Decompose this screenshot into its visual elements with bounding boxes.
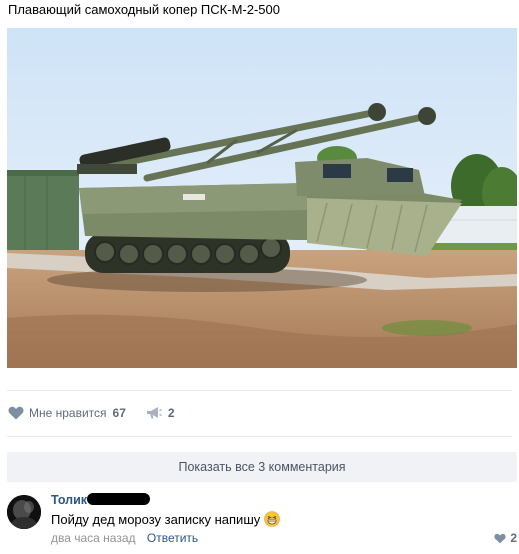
redaction-mark (87, 493, 150, 505)
post-actions: Мне нравится 67 2 (8, 403, 175, 423)
share-button[interactable]: 2 (146, 406, 175, 420)
megaphone-icon (146, 407, 162, 419)
like-button[interactable]: Мне нравится 67 (8, 406, 126, 420)
comment-like-count: 2 (510, 531, 517, 545)
divider (7, 436, 512, 437)
post-photo[interactable] (7, 28, 517, 368)
reply-link[interactable]: Ответить (147, 531, 198, 545)
comment-like-button[interactable]: 2 (494, 531, 517, 545)
post-title: Плавающий самоходный копер ПСК-М-2-500 (8, 2, 280, 17)
divider (7, 390, 512, 391)
comment-time[interactable]: два часа назад (51, 531, 136, 545)
comment-author[interactable]: Толик (51, 493, 87, 507)
avatar-image (7, 495, 41, 529)
comment-text-row: Пойду дед морозу записку напишу (51, 511, 281, 527)
comment-text: Пойду дед морозу записку напишу (51, 511, 261, 527)
show-all-comments-button[interactable]: Показать все 3 комментария (7, 452, 517, 482)
avatar[interactable] (7, 495, 41, 529)
heart-icon (494, 533, 506, 543)
share-count: 2 (167, 406, 175, 420)
vehicle-photo (7, 28, 517, 368)
like-label: Мне нравится (29, 406, 107, 420)
heart-icon (8, 406, 24, 420)
comment-item: Толик Пойду дед морозу записку напишу дв… (7, 492, 517, 552)
grinning-emoji-icon (264, 511, 281, 527)
like-count: 67 (112, 406, 126, 420)
comment-meta: два часа назад Ответить (51, 531, 198, 545)
